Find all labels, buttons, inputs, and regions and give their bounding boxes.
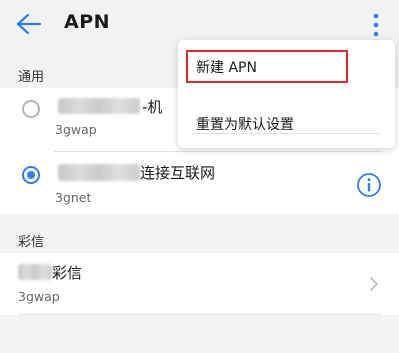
radio-button-selected[interactable] [22,166,40,184]
apn-item-title: 彩信 [52,264,83,282]
section-label-mms: 彩信 [18,235,45,250]
radio-button[interactable] [22,100,40,118]
redacted-text [18,264,52,280]
redacted-text [58,164,140,181]
apn-item-3[interactable]: 彩信 3gwap [0,253,399,315]
apn-item-title: 连接互联网 [140,164,216,182]
apn-item-subtitle: 3gwap [18,289,60,304]
apn-list-mms: 彩信 3gwap [0,253,399,315]
divider [18,314,382,315]
redacted-text [58,98,140,114]
apn-item-subtitle: 3gnet [55,190,92,205]
info-icon[interactable] [356,172,382,198]
more-vertical-icon[interactable] [370,12,382,38]
apn-item-title: -机 [142,98,163,116]
back-arrow-icon[interactable] [14,12,42,36]
apn-item-2[interactable]: 连接互联网 3gnet [0,152,399,214]
menu-item-reset-default[interactable]: 重置为默认设置 [196,114,294,134]
section-label-general: 通用 [18,70,45,85]
chevron-right-icon [370,277,378,291]
overflow-menu: 新建 APN 重置为默认设置 [178,40,395,148]
menu-item-new-apn[interactable]: 新建 APN [196,57,257,77]
page-title: APN [64,11,111,33]
apn-item-subtitle: 3gwap [55,122,97,137]
